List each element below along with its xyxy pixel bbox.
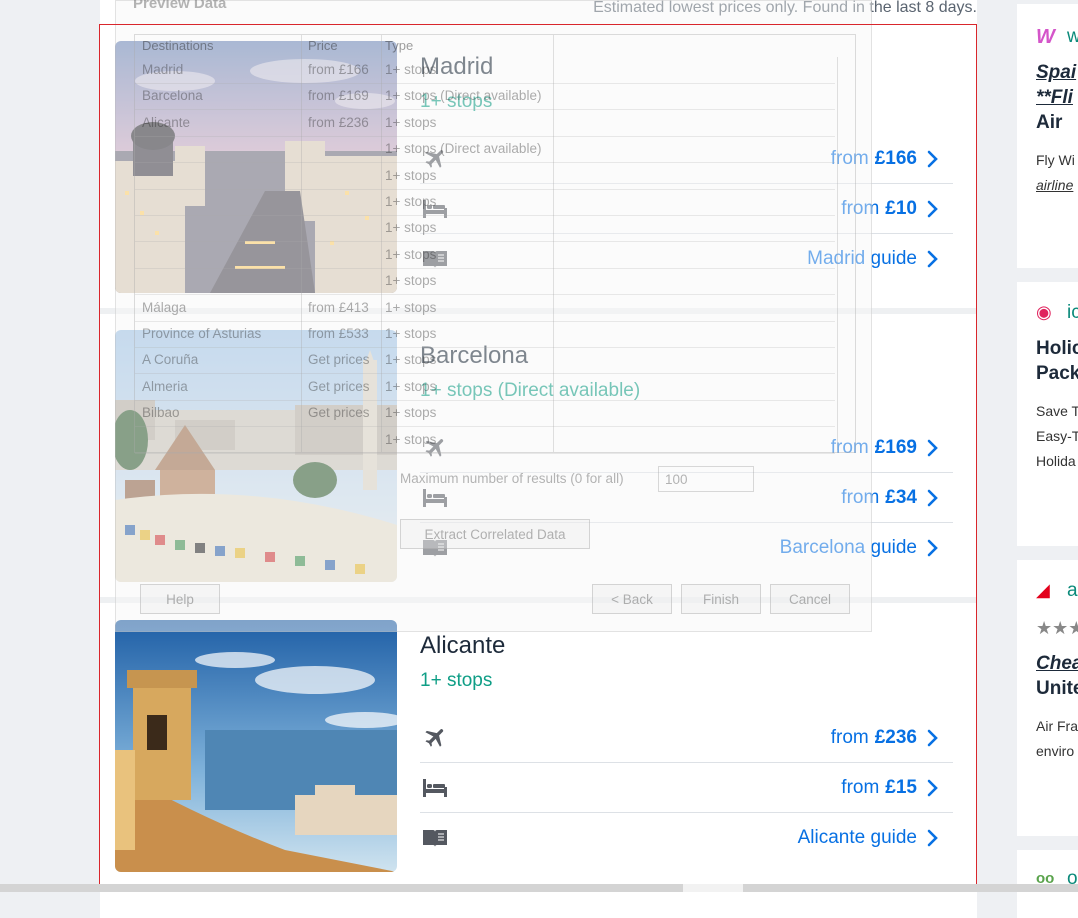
ad-title[interactable]: **Fli <box>1036 87 1073 109</box>
scrollbar-thumb[interactable] <box>683 884 743 892</box>
ad-title[interactable]: Spai <box>1036 62 1076 84</box>
ad-card[interactable]: W w Spai **Fli Air Fly Wi airline <box>1017 4 1078 268</box>
star-rating-icon: ★★★ <box>1036 618 1078 638</box>
ad-title[interactable]: Chea <box>1036 653 1078 675</box>
ad-body: Easy-T <box>1036 428 1078 444</box>
ad-title[interactable]: Holic <box>1036 338 1078 360</box>
ad-brand: w <box>1067 26 1078 47</box>
ad-body: Fly Wi <box>1036 152 1075 168</box>
horizontal-scrollbar[interactable] <box>0 884 1078 892</box>
ad-brand: ic <box>1067 302 1078 323</box>
price-disclaimer: Estimated lowest prices only. Found in t… <box>593 0 977 16</box>
ad-body: Holida <box>1036 453 1076 469</box>
ad-card[interactable]: ◉ ic Holic Pack Save T Easy-T Holida <box>1017 282 1078 546</box>
ad-title: Air <box>1036 112 1063 133</box>
location-pin-icon: ◉ <box>1036 302 1052 322</box>
airline-logo-icon: ◢ <box>1036 580 1050 600</box>
ad-body: Save T <box>1036 403 1078 419</box>
ad-body[interactable]: airline <box>1036 177 1073 193</box>
ad-card[interactable]: ◢ a ★★★ Chea Unite Air Fra enviro <box>1017 560 1078 836</box>
ad-title[interactable]: Pack <box>1036 363 1078 385</box>
brand-logo-icon: W <box>1036 26 1055 48</box>
ad-brand: a <box>1067 580 1078 601</box>
ad-body: enviro <box>1036 743 1075 759</box>
selection-highlight <box>99 24 977 890</box>
ad-title[interactable]: Unite <box>1036 678 1078 700</box>
ad-body: Air Fra <box>1036 718 1078 734</box>
